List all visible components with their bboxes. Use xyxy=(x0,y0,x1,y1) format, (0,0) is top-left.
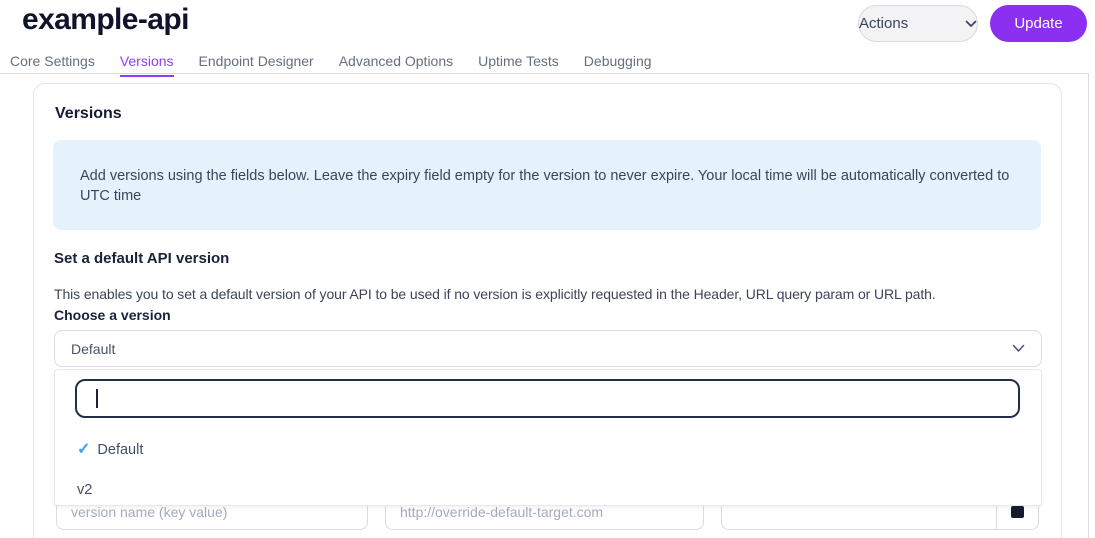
update-button[interactable]: Update xyxy=(990,5,1087,42)
info-banner-text: Add versions using the fields below. Lea… xyxy=(80,168,1010,204)
dropdown-search-input[interactable] xyxy=(75,379,1020,418)
tabbar-divider xyxy=(0,73,1089,74)
right-edge-divider xyxy=(1088,73,1089,538)
info-banner: Add versions using the fields below. Lea… xyxy=(53,140,1041,230)
dropdown-search-wrap xyxy=(75,379,1020,418)
api-designer-page: example-api Actions Update Core Settings… xyxy=(0,0,1095,538)
versions-card: Versions Add versions using the fields b… xyxy=(33,83,1062,538)
dropdown-option-default[interactable]: ✓ Default xyxy=(55,430,1041,470)
chevron-down-icon xyxy=(965,20,977,28)
default-version-select[interactable]: Default xyxy=(54,330,1042,367)
select-value: Default xyxy=(71,340,116,357)
dropdown-option-label: v2 xyxy=(77,482,93,498)
calendar-icon xyxy=(1011,505,1024,518)
card-heading: Versions xyxy=(55,105,122,122)
chevron-down-icon xyxy=(1012,344,1025,353)
actions-button[interactable]: Actions xyxy=(858,5,978,42)
default-version-description: This enables you to set a default versio… xyxy=(54,286,936,302)
choose-version-label: Choose a version xyxy=(54,307,171,323)
dropdown-option-v2[interactable]: v2 xyxy=(55,470,1041,505)
default-version-heading: Set a default API version xyxy=(54,250,230,267)
page-title: example-api xyxy=(22,3,189,36)
check-icon: ✓ xyxy=(77,441,91,458)
version-dropdown-panel: ✓ Default v2 xyxy=(54,369,1042,506)
text-cursor xyxy=(96,389,98,408)
actions-button-label: Actions xyxy=(859,15,909,32)
dropdown-option-label: Default xyxy=(97,442,144,458)
